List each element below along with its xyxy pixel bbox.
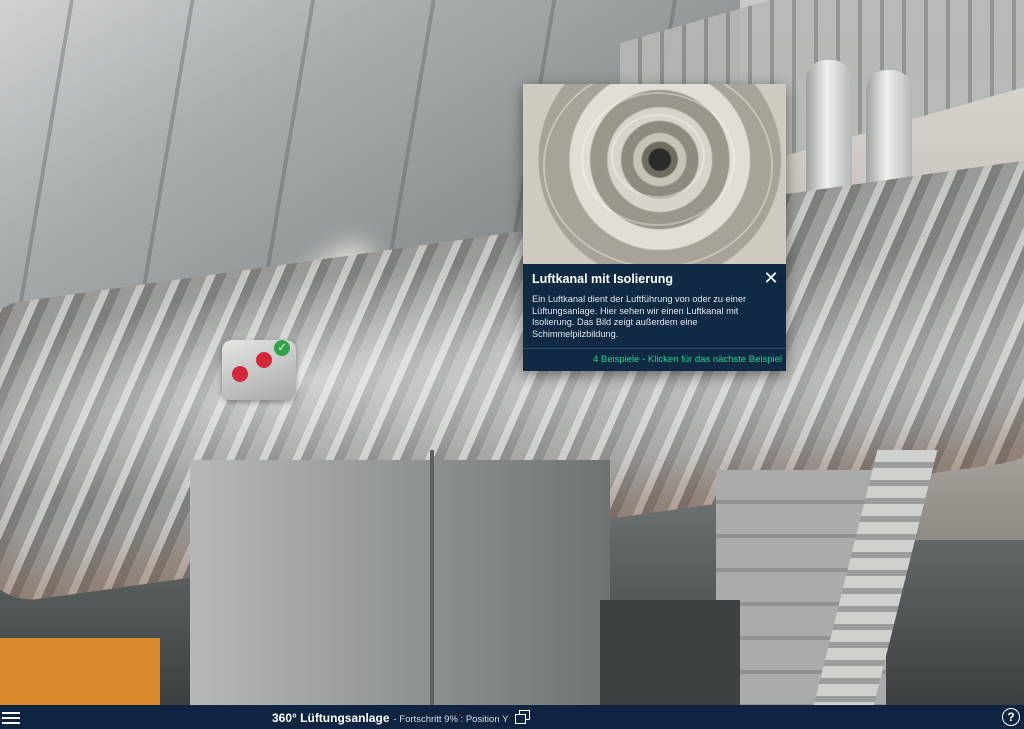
- bottom-toolbar: 360° Lüftungsanlage - Fortschritt 9% : Po…: [0, 705, 1024, 729]
- progress-status: - Fortschritt 9% : Position Y: [393, 714, 509, 725]
- tour-status: 360° Lüftungsanlage - Fortschritt 9% : Po…: [272, 709, 508, 727]
- tour-title: 360° Lüftungsanlage: [272, 711, 390, 725]
- close-icon[interactable]: ✕: [762, 269, 780, 288]
- help-icon[interactable]: ?: [1002, 708, 1020, 726]
- info-popup: Luftkanal mit Isolierung ✕ Ein Luftkanal…: [523, 84, 786, 371]
- duct-valve-hotspot[interactable]: ✓: [222, 340, 296, 400]
- orange-equipment: [0, 638, 160, 705]
- vertical-duct: [190, 460, 610, 705]
- popup-image-duct-interior[interactable]: [523, 84, 786, 264]
- next-example-link[interactable]: 4 Beispiele - Klicken für das nächste Be…: [523, 349, 786, 371]
- popup-description: Ein Luftkanal dient der Luftführung von …: [532, 294, 747, 339]
- hamburger-menu-icon[interactable]: [2, 709, 20, 725]
- panorama-360-view[interactable]: ✓: [0, 0, 1024, 705]
- popup-title: Luftkanal mit Isolierung: [532, 272, 673, 286]
- check-icon: ✓: [274, 340, 290, 356]
- gallery-icon[interactable]: [514, 710, 530, 724]
